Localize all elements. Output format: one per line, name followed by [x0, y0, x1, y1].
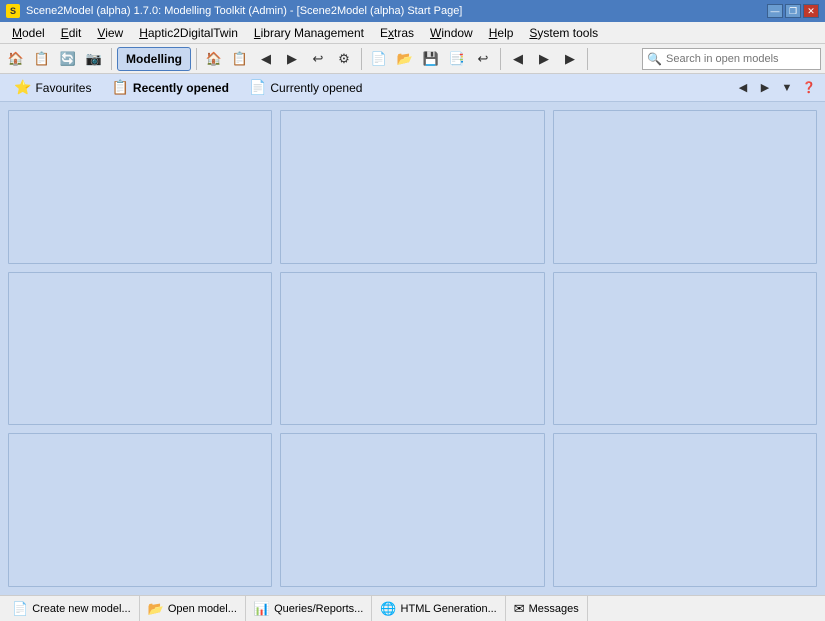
toolbar-btn5[interactable]: ↩ — [306, 47, 330, 71]
toolbar-btn11[interactable]: ↩ — [471, 47, 495, 71]
tab-currently-opened[interactable]: 📄 Currently opened — [241, 77, 371, 98]
toolbar-modelling-btn[interactable]: Modelling — [117, 47, 191, 71]
toolbar-sep3 — [361, 48, 362, 70]
search-input[interactable] — [666, 53, 816, 65]
status-html-generation-label: HTML Generation... — [401, 603, 497, 615]
toolbar-btn4[interactable]: ▶ — [280, 47, 304, 71]
toolbar-btn8[interactable]: 📂 — [393, 47, 417, 71]
tab-navigation: ◀ ▶ ▼ ❓ — [733, 78, 819, 98]
menu-edit[interactable]: Edit — [53, 24, 90, 42]
grid-cell-0-1 — [280, 110, 544, 264]
main-grid — [0, 102, 825, 595]
recently-opened-icon: 📋 — [111, 79, 128, 96]
toolbar-btn10[interactable]: 📑 — [445, 47, 469, 71]
menu-library[interactable]: Library Management — [246, 24, 372, 42]
grid-cell-2-0 — [8, 433, 272, 587]
restore-button[interactable]: ❐ — [785, 4, 801, 18]
messages-icon: ✉ — [514, 601, 525, 617]
toolbar-sep4 — [500, 48, 501, 70]
status-queries-reports-label: Queries/Reports... — [274, 603, 363, 615]
tab-favourites-label: Favourites — [35, 81, 91, 95]
search-icon: 🔍 — [647, 52, 662, 66]
toolbar-camera-btn[interactable]: 📷 — [82, 47, 106, 71]
window-title: Scene2Model (alpha) 1.7.0: Modelling Too… — [26, 5, 462, 17]
toolbar-btn7[interactable]: 📄 — [367, 47, 391, 71]
toolbar-btn12[interactable]: ◀ — [506, 47, 530, 71]
close-button[interactable]: ✕ — [803, 4, 819, 18]
status-html-generation[interactable]: 🌐 HTML Generation... — [372, 596, 505, 621]
grid-cell-0-0 — [8, 110, 272, 264]
toolbar-btn3[interactable]: ◀ — [254, 47, 278, 71]
tab-next-button[interactable]: ▶ — [755, 78, 775, 98]
status-messages-label: Messages — [529, 603, 579, 615]
menu-bar: Model Edit View Haptic2DigitalTwin Libra… — [0, 22, 825, 44]
minimize-button[interactable]: — — [767, 4, 783, 18]
menu-extras[interactable]: Extras — [372, 24, 422, 42]
currently-opened-icon: 📄 — [249, 79, 266, 96]
toolbar-btn1[interactable]: 🏠 — [202, 47, 226, 71]
search-box: 🔍 — [642, 48, 821, 70]
menu-haptic[interactable]: Haptic2DigitalTwin — [131, 24, 246, 42]
tab-favourites[interactable]: ⭐ Favourites — [6, 77, 99, 98]
toolbar-sep1 — [111, 48, 112, 70]
toolbar-btn2[interactable]: 📋 — [228, 47, 252, 71]
toolbar: 🏠 📋 🔄 📷 Modelling 🏠 📋 ◀ ▶ ↩ ⚙ 📄 📂 💾 📑 ↩ … — [0, 44, 825, 74]
toolbar-btn6[interactable]: ⚙ — [332, 47, 356, 71]
tab-currently-opened-label: Currently opened — [270, 81, 362, 95]
tab-prev-button[interactable]: ◀ — [733, 78, 753, 98]
toolbar-btn14[interactable]: ▶ — [558, 47, 582, 71]
status-create-new-model[interactable]: 📄 Create new model... — [4, 596, 140, 621]
favourites-icon: ⭐ — [14, 79, 31, 96]
app-icon: S — [6, 4, 20, 18]
open-model-icon: 📂 — [148, 601, 164, 617]
tabs-bar: ⭐ Favourites 📋 Recently opened 📄 Current… — [0, 74, 825, 102]
grid-cell-2-1 — [280, 433, 544, 587]
queries-reports-icon: 📊 — [254, 601, 270, 617]
menu-view[interactable]: View — [89, 24, 131, 42]
menu-help[interactable]: Help — [481, 24, 522, 42]
toolbar-btn13[interactable]: ▶ — [532, 47, 556, 71]
grid-cell-2-2 — [553, 433, 817, 587]
toolbar-home-btn[interactable]: 🏠 — [4, 47, 28, 71]
status-queries-reports[interactable]: 📊 Queries/Reports... — [246, 596, 372, 621]
menu-window[interactable]: Window — [422, 24, 481, 42]
toolbar-refresh-btn[interactable]: 🔄 — [56, 47, 80, 71]
status-bar: 📄 Create new model... 📂 Open model... 📊 … — [0, 595, 825, 621]
status-create-new-model-label: Create new model... — [32, 603, 130, 615]
grid-cell-1-2 — [553, 272, 817, 426]
grid-cell-1-0 — [8, 272, 272, 426]
tab-dropdown-button[interactable]: ▼ — [777, 78, 797, 98]
html-generation-icon: 🌐 — [380, 601, 396, 617]
toolbar-list-btn[interactable]: 📋 — [30, 47, 54, 71]
create-new-model-icon: 📄 — [12, 601, 28, 617]
tab-help-button[interactable]: ❓ — [799, 78, 819, 98]
status-messages[interactable]: ✉ Messages — [506, 596, 588, 621]
menu-systemtools[interactable]: System tools — [521, 24, 606, 42]
tab-recently-opened-label: Recently opened — [133, 81, 229, 95]
title-bar: S Scene2Model (alpha) 1.7.0: Modelling T… — [0, 0, 825, 22]
toolbar-sep2 — [196, 48, 197, 70]
tab-recently-opened[interactable]: 📋 Recently opened — [103, 77, 236, 98]
status-open-model-label: Open model... — [168, 603, 237, 615]
toolbar-sep5 — [587, 48, 588, 70]
status-open-model[interactable]: 📂 Open model... — [140, 596, 246, 621]
menu-model[interactable]: Model — [4, 24, 53, 42]
grid-cell-1-1 — [280, 272, 544, 426]
title-bar-controls: — ❐ ✕ — [767, 4, 819, 18]
toolbar-btn9[interactable]: 💾 — [419, 47, 443, 71]
grid-cell-0-2 — [553, 110, 817, 264]
